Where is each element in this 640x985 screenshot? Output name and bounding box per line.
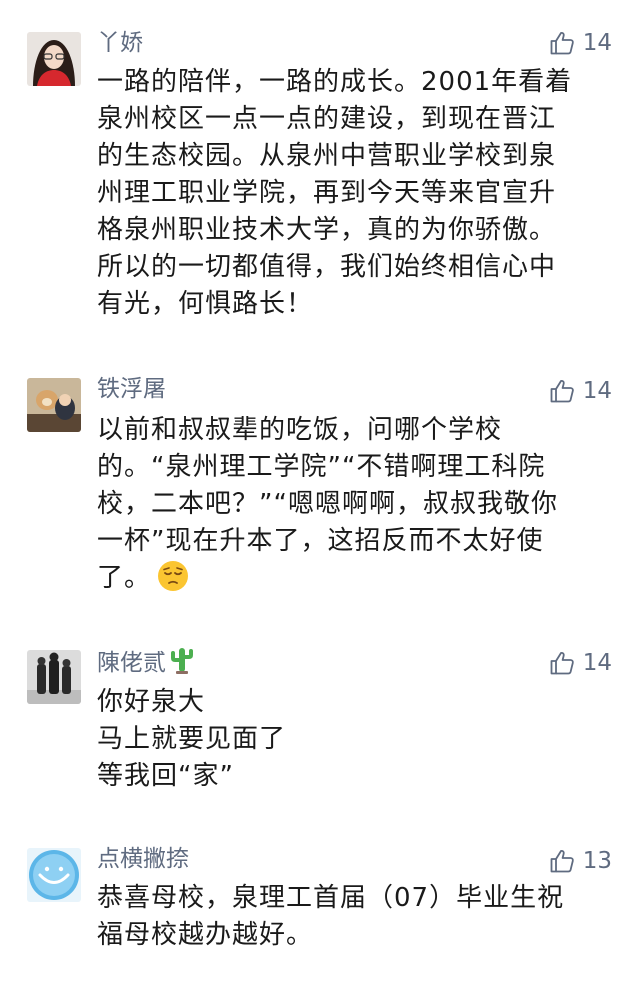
comment-text-line: 州理工职业学院，再到今天等来官宣升 (97, 178, 557, 208)
comment-username[interactable]: 陳佬贰 (97, 646, 194, 682)
comment-text-line: 的生态校园。从泉州中营职业学校到泉 (97, 141, 557, 171)
comment-text-line: 你好泉大 (97, 687, 206, 717)
comment-text-line: 福母校越办越好。 (97, 920, 314, 950)
comment-text-fragment: 了。 (97, 563, 152, 593)
comment-text-line: 等我回“家” (97, 761, 234, 791)
like-count: 14 (582, 30, 612, 56)
avatar[interactable] (27, 32, 81, 86)
avatar-image (27, 32, 81, 86)
thumbs-up-icon (550, 31, 574, 55)
comment-text: 一路的陪伴，一路的成长。2001年看着 泉州校区一点一点的建设，到现在晋江 的生… (97, 64, 572, 323)
like-button[interactable]: 14 (549, 648, 612, 678)
comment-item: 陳佬贰 14 你好泉大 马上就要见面了 等我回“家” (0, 640, 640, 810)
comment-text: 以前和叔叔辈的吃饭，问哪个学校 的。“泉州理工学院”“不错啊理工科院 校，二本吧… (97, 412, 558, 603)
like-button[interactable]: 14 (549, 28, 612, 58)
avatar[interactable] (27, 848, 81, 902)
comment-text-line: 校，二本吧？”“嗯嗯啊啊，叔叔我敬你 (97, 489, 558, 519)
like-count: 14 (582, 378, 612, 404)
like-count: 14 (582, 650, 612, 676)
thumbs-up-icon (550, 651, 574, 675)
comment-text-line: 一路的陪伴，一路的成长。2001年看着 (97, 67, 573, 97)
comment-text-line: 有光，何惧路长！ (97, 289, 314, 319)
comment-text-line: 马上就要见面了 (97, 724, 287, 754)
comment-item: 丫娇 14 一路的陪伴，一路的成长。2001年看着 泉州校区一点一点的建设，到现… (0, 0, 640, 330)
comment-text-line: 了。 (97, 560, 558, 603)
comment-item: 点横撇捺 13 恭喜母校，泉理工首届（07）毕业生祝 福母校越办越好。 (0, 840, 640, 980)
comment-text-line: 所以的一切都值得，我们始终相信心中 (97, 252, 557, 282)
comment-item: 铁浮屠 14 以前和叔叔辈的吃饭，问哪个学校 的。“泉州理工学院”“不错啊理工科… (0, 370, 640, 610)
comment-text-line: 恭喜母校，泉理工首届（07）毕业生祝 (97, 883, 565, 913)
like-count: 13 (582, 848, 612, 874)
comment-text: 恭喜母校，泉理工首届（07）毕业生祝 福母校越办越好。 (97, 880, 564, 954)
avatar-image (27, 378, 81, 432)
avatar[interactable] (27, 650, 81, 704)
like-button[interactable]: 14 (549, 376, 612, 406)
avatar[interactable] (27, 378, 81, 432)
comment-text-line: 格泉州职业技术大学，真的为你骄傲。 (97, 215, 557, 245)
comment-username-text: 陳佬贰 (97, 650, 166, 676)
thumbs-up-icon (550, 849, 574, 873)
avatar-image (27, 650, 81, 704)
comment-text: 你好泉大 马上就要见面了 等我回“家” (97, 684, 286, 795)
thumbs-up-icon (550, 379, 574, 403)
pensive-face-emoji-icon (157, 560, 189, 603)
like-button[interactable]: 13 (549, 846, 612, 876)
comment-text-line: 泉州校区一点一点的建设，到现在晋江 (97, 104, 557, 134)
comment-username[interactable]: 铁浮屠 (97, 374, 166, 404)
comment-text-line: 以前和叔叔辈的吃饭，问哪个学校 (97, 415, 503, 445)
comment-text-line: 的。“泉州理工学院”“不错啊理工科院 (97, 452, 546, 482)
avatar-image (27, 848, 81, 902)
comment-text-line: 一杯”现在升本了，这招反而不太好使 (97, 526, 544, 556)
comment-username[interactable]: 点横撇捺 (97, 844, 189, 874)
cactus-emoji-icon (170, 646, 194, 682)
comment-username[interactable]: 丫娇 (97, 28, 143, 58)
